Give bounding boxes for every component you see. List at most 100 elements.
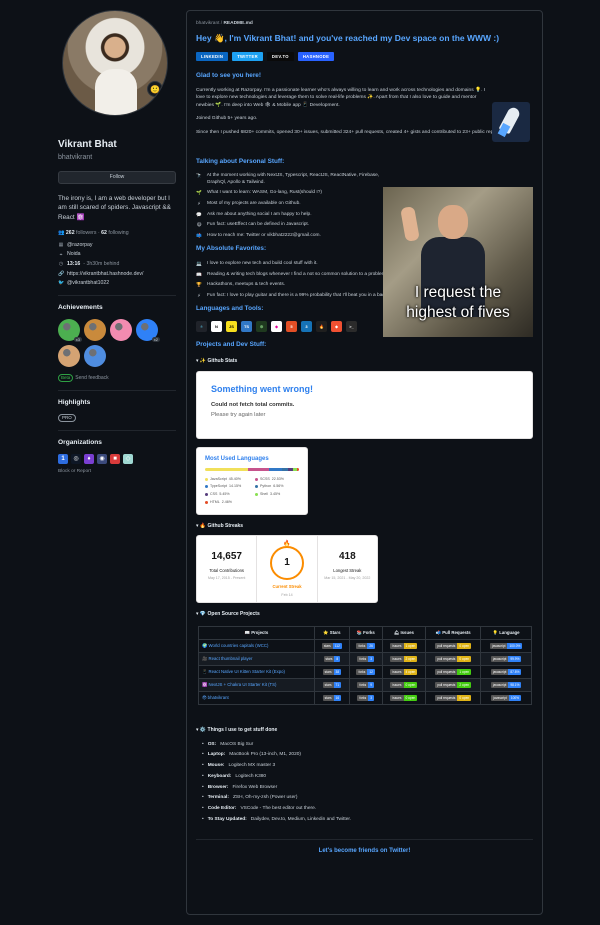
shield-value: 16	[333, 694, 342, 701]
stars-shield[interactable]: stars 8	[323, 655, 341, 662]
pro-badge: PRO	[58, 414, 76, 423]
shield-label: pull requests	[435, 681, 458, 688]
language-pct: 22.53%	[271, 476, 284, 481]
lang-shield[interactable]: javascript 98.1%	[490, 681, 522, 688]
prs-shield[interactable]: pull requests 2 open	[435, 681, 472, 688]
prs-shield[interactable]: pull requests 0 open	[435, 655, 472, 662]
path-user-link[interactable]: bhatvikrant	[196, 21, 219, 26]
stars-shield[interactable]: stars 16	[322, 694, 342, 701]
shield-label: stars	[321, 642, 333, 649]
oss-toggle[interactable]: ▾ 💎 Open Source Projects	[196, 611, 533, 618]
list-item: 🔭 At the moment working with NextJS, Type…	[196, 173, 386, 186]
forks-shield[interactable]: forks 26	[356, 642, 375, 649]
lang-shield[interactable]: javascript 99.9%	[490, 655, 522, 662]
shield-label: pull requests	[435, 642, 458, 649]
lang-shield[interactable]: javascript 100.0%	[490, 642, 523, 649]
stars-shield[interactable]: stars 71	[322, 681, 342, 688]
setup-key: Mouse:	[207, 763, 225, 769]
company-item[interactable]: ▦ @razorpay	[58, 242, 176, 249]
prs-shield[interactable]: pull requests 0 open	[435, 694, 472, 701]
profile-name: Vikrant Bhat	[58, 139, 117, 150]
achievement-starstruck-icon[interactable]: x2	[136, 319, 160, 343]
achievement-pull-shark-icon[interactable]	[84, 319, 106, 342]
stars-shield[interactable]: stars 38	[322, 668, 342, 675]
avatar[interactable]: 🙂	[62, 10, 168, 116]
achievement-arctic-code-vault-icon[interactable]	[84, 345, 106, 368]
setup-key: Keyboard:	[207, 773, 232, 779]
org-2-icon[interactable]: ◎	[71, 454, 81, 465]
git-icon[interactable]: ◆	[331, 321, 342, 333]
issues-shield[interactable]: issues 1 open	[390, 642, 418, 649]
typescript-icon[interactable]: TS	[241, 321, 252, 333]
react-icon[interactable]: ⚛	[196, 321, 207, 333]
list-item: 📫 How to reach me: Twitter or vikbhat2222…	[196, 233, 386, 239]
graphql-icon[interactable]: ◆	[271, 321, 282, 333]
org-3-icon[interactable]: ♦	[84, 454, 94, 465]
css3-icon[interactable]: 3	[301, 321, 312, 333]
html5-icon[interactable]: 5	[286, 321, 297, 333]
nextjs-icon[interactable]: N	[211, 321, 222, 333]
firebase-icon[interactable]: 🔥	[316, 321, 327, 333]
forks-shield[interactable]: forks 3	[357, 694, 375, 701]
achievement-galaxy-brain-icon[interactable]: x3	[58, 319, 82, 343]
issues-shield[interactable]: issues 0 open	[390, 694, 418, 701]
twitter-item[interactable]: 🐦 @vikrantbhat1022	[58, 280, 176, 287]
forks-shield[interactable]: forks 12	[356, 668, 375, 675]
send-feedback-link[interactable]: Send feedback	[75, 375, 108, 381]
achievement-quickdraw-icon[interactable]	[58, 345, 80, 368]
org-5-icon[interactable]: ■	[110, 454, 120, 465]
status-emoji-icon[interactable]: 🙂	[147, 81, 163, 97]
shield-value: 3	[368, 655, 375, 662]
language-bar-segment	[296, 467, 299, 471]
project-link[interactable]: 🎥 React thumbnail player	[198, 651, 315, 666]
bash-icon[interactable]: >_	[346, 321, 357, 333]
setup-item: • Mouse: Logitech MX master 3	[202, 763, 533, 769]
prs-shield[interactable]: pull requests 0 open	[435, 642, 472, 649]
path-file: README.md	[223, 21, 253, 26]
twitter-badge[interactable]: TWITTER	[232, 51, 263, 61]
linkedin-badge[interactable]: LINKEDIN	[196, 51, 229, 61]
table-cell-forks: forks 12	[348, 664, 383, 679]
follow-button[interactable]: Follow	[58, 170, 176, 184]
table-cell-lang: javascript 98.1%	[480, 677, 532, 692]
prs-shield[interactable]: pull requests 1 open	[435, 668, 472, 675]
setup-toggle[interactable]: ▾ ⚙️ Things I use to get stuff done	[196, 727, 533, 734]
followers-link[interactable]: 262 followers	[66, 230, 97, 236]
forks-shield[interactable]: forks 3	[357, 655, 375, 662]
table-cell-lang: javascript 87.8%	[480, 664, 532, 679]
list-item-text: What I want to learn: WASM, Go-lang, Rus…	[207, 190, 322, 196]
github-streaks-toggle[interactable]: ▾ 🔥 Github Streaks	[196, 523, 533, 530]
language-legend-item: Python 6.56%	[255, 484, 299, 489]
hashnode-badge[interactable]: HASHNODE	[297, 51, 335, 61]
forks-shield[interactable]: forks 9	[357, 681, 375, 688]
lang-shield[interactable]: javascript 87.8%	[490, 668, 522, 675]
issues-shield[interactable]: issues 4 open	[390, 668, 418, 675]
highlights-heading: Highlights	[58, 399, 91, 407]
shield-value: 71	[333, 681, 342, 688]
twitter-friends-link[interactable]: Let's become friends on Twitter!	[196, 847, 533, 855]
github-stats-toggle[interactable]: ▾ ✨ Github Stats	[196, 358, 533, 365]
issues-shield[interactable]: issues 2 open	[390, 655, 418, 662]
javascript-icon[interactable]: JS	[226, 321, 237, 333]
project-link[interactable]: 📱 React Native UI Kitten Starter Kit (Ex…	[198, 664, 315, 679]
project-link[interactable]: ⚛️ NextJS + Chakra UI Starter Kit (TS)	[198, 677, 315, 692]
lang-shield[interactable]: javascript 100%	[491, 694, 521, 701]
achievements-feedback: Beta Send feedback	[58, 374, 176, 383]
block-report-link[interactable]: Block or Report	[58, 469, 176, 475]
following-link[interactable]: 62 following	[101, 230, 128, 236]
org-4-icon[interactable]: ◉	[97, 454, 107, 465]
issues-shield[interactable]: issues 0 open	[390, 681, 418, 688]
gif-caption-line1: I request the	[414, 283, 502, 301]
nodejs-icon[interactable]: ⬢	[256, 321, 267, 333]
stars-shield[interactable]: stars 112	[321, 642, 342, 649]
project-link[interactable]: 😎 bhatvikrant	[198, 690, 315, 705]
org-1-icon[interactable]: 1	[58, 454, 68, 465]
shield-label: issues	[390, 681, 404, 688]
org-6-icon[interactable]: ◇	[123, 454, 133, 465]
website-item[interactable]: 🔗 https://vikrantbhat.hashnode.dev/	[58, 271, 176, 278]
achievement-yolo-icon[interactable]	[110, 319, 132, 342]
devto-badge[interactable]: DEV.TO	[266, 51, 294, 61]
project-link[interactable]: 🌍 World countries capitals (WCC)	[198, 638, 315, 653]
shield-value: 1 open	[457, 668, 472, 675]
achievements-grid: x3 x2	[58, 319, 168, 368]
